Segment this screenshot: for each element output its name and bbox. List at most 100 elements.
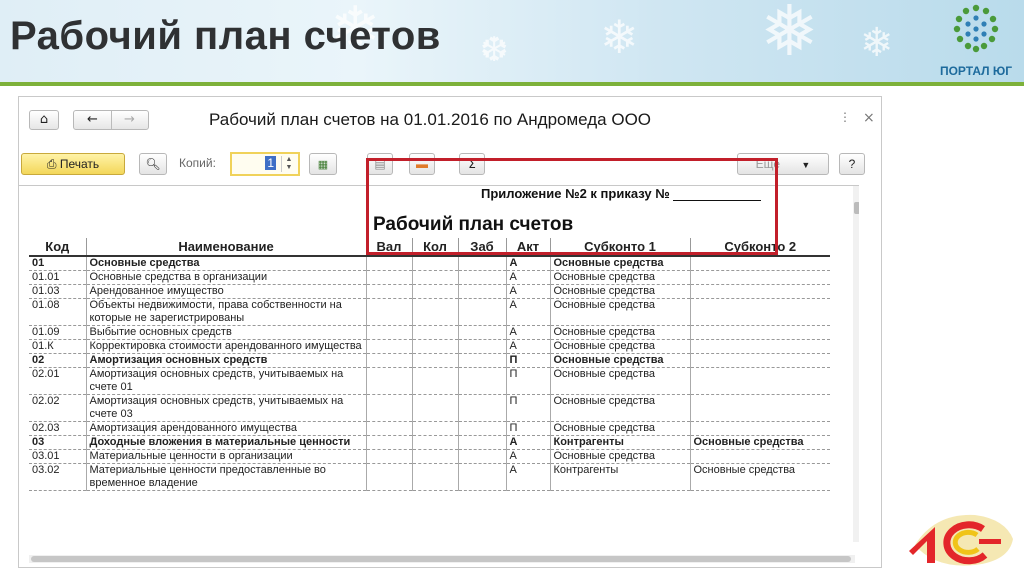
- offbalance-flag: [457, 394, 506, 422]
- subconto-1: Основные средства: [549, 421, 690, 436]
- table-row[interactable]: 03 Доходные вложения в материальные ценно…: [29, 435, 830, 450]
- forward-button[interactable]: →: [112, 111, 148, 129]
- slide-title: Рабочий план счетов: [10, 14, 441, 58]
- highlight-frame: [366, 158, 778, 255]
- account-name: Доходные вложения в материальные ценност…: [85, 435, 366, 450]
- account-name: Корректировка стоимости арендованного им…: [85, 339, 366, 354]
- account-type: А: [505, 256, 550, 271]
- account-name: Материальные ценности в организации: [85, 449, 366, 464]
- currency-flag: [365, 435, 412, 450]
- account-code: 01.08: [29, 298, 86, 326]
- offbalance-flag: [457, 270, 506, 285]
- offbalance-flag: [457, 449, 506, 464]
- menu-icon[interactable]: ⋮: [839, 110, 851, 124]
- help-button[interactable]: ?: [839, 153, 865, 175]
- account-name: Основные средства: [85, 256, 366, 271]
- horizontal-scrollbar[interactable]: [29, 555, 855, 563]
- vertical-scrollbar[interactable]: [853, 186, 859, 542]
- print-button[interactable]: ⎙ Печать: [21, 153, 125, 175]
- offbalance-flag: [457, 353, 506, 368]
- account-code: 02.01: [29, 367, 86, 395]
- account-type: П: [505, 367, 550, 395]
- table-row[interactable]: 01.08 Объекты недвижимости, права собстве…: [29, 298, 830, 326]
- account-name: Амортизация основных средств: [85, 353, 366, 368]
- arrow-left-icon: ←: [87, 112, 98, 127]
- subconto-1: Основные средства: [549, 367, 690, 395]
- currency-flag: [365, 353, 412, 368]
- quantity-flag: [411, 284, 458, 299]
- account-type: П: [505, 353, 550, 368]
- account-type: А: [505, 270, 550, 285]
- table-row[interactable]: 01.09 Выбытие основных средств А Основные с…: [29, 325, 830, 340]
- currency-flag: [365, 256, 412, 271]
- offbalance-flag: [457, 421, 506, 436]
- currency-flag: [365, 394, 412, 422]
- table-row[interactable]: 02.03 Амортизация арендованного имущества…: [29, 421, 830, 436]
- account-name: Амортизация основных средств, учитываемы…: [85, 367, 366, 395]
- chevron-down-icon: ▼: [801, 160, 811, 170]
- quantity-flag: [411, 353, 458, 368]
- subconto-2: [689, 367, 830, 395]
- snowflake-icon: ❄: [600, 10, 639, 64]
- preview-button[interactable]: 🔍︎: [139, 153, 167, 175]
- window-title: Рабочий план счетов на 01.01.2016 по Анд…: [209, 110, 652, 129]
- account-code: 02: [29, 353, 86, 368]
- account-type: А: [505, 298, 550, 326]
- account-code: 01.03: [29, 284, 86, 299]
- home-icon: ⌂: [39, 112, 49, 127]
- table-row[interactable]: 01.01 Основные средства в организации А Осн…: [29, 270, 830, 285]
- table-row[interactable]: 01.03 Арендованное имущество А Основные сре…: [29, 284, 830, 299]
- table-row[interactable]: 03.02 Материальные ценности предоставленн…: [29, 463, 830, 491]
- account-code: 02.02: [29, 394, 86, 422]
- subconto-2: [689, 325, 830, 340]
- account-name: Амортизация основных средств, учитываемы…: [85, 394, 366, 422]
- subconto-1: Основные средства: [549, 256, 690, 271]
- subconto-2: [689, 298, 830, 326]
- arrow-right-icon: →: [124, 112, 135, 127]
- account-type: А: [505, 325, 550, 340]
- copies-stepper[interactable]: 1 ▲ ▼: [230, 152, 300, 176]
- save-button[interactable]: ▦: [309, 153, 337, 175]
- quantity-flag: [411, 421, 458, 436]
- quantity-flag: [411, 339, 458, 354]
- subconto-2: [689, 353, 830, 368]
- account-type: А: [505, 435, 550, 450]
- table-row[interactable]: 02.02 Амортизация основных средств, учиты…: [29, 394, 830, 422]
- currency-flag: [365, 298, 412, 326]
- account-type: А: [505, 449, 550, 464]
- save-icon: ▦: [317, 159, 329, 171]
- quantity-flag: [411, 435, 458, 450]
- subconto-2: [689, 394, 830, 422]
- table-row[interactable]: 01.К Корректировка стоимости арендованног…: [29, 339, 830, 354]
- subconto-1: Основные средства: [549, 353, 690, 368]
- subconto-1: Основные средства: [549, 284, 690, 299]
- subconto-1: Основные средства: [549, 270, 690, 285]
- copies-value[interactable]: 1: [265, 156, 276, 170]
- subconto-1: Контрагенты: [549, 435, 690, 450]
- table-row[interactable]: 01 Основные средства А Основные средства: [29, 256, 830, 271]
- account-code: 01: [29, 256, 86, 271]
- account-code: 01.09: [29, 325, 86, 340]
- currency-flag: [365, 449, 412, 464]
- back-button[interactable]: ←: [75, 111, 112, 129]
- printer-icon: ⎙: [46, 157, 57, 171]
- subconto-2: Основные средства: [689, 435, 830, 450]
- table-row[interactable]: 02.01 Амортизация основных средств, учиты…: [29, 367, 830, 395]
- account-code: 03.01: [29, 449, 86, 464]
- table-row[interactable]: 02 Амортизация основных средств П Основные …: [29, 353, 830, 368]
- subconto-2: [689, 449, 830, 464]
- close-icon[interactable]: ×: [863, 110, 875, 126]
- column-header: Код: [29, 238, 86, 257]
- offbalance-flag: [457, 256, 506, 271]
- currency-flag: [365, 367, 412, 395]
- currency-flag: [365, 421, 412, 436]
- table-row[interactable]: 03.01 Материальные ценности в организации…: [29, 449, 830, 464]
- 1c-logo: [909, 514, 1013, 566]
- account-code: 01.К: [29, 339, 86, 354]
- preview-icon: 🔍︎: [145, 157, 161, 171]
- snowflake-icon: ❆: [480, 30, 509, 70]
- currency-flag: [365, 325, 412, 340]
- spin-icon[interactable]: ▲ ▼: [281, 156, 296, 172]
- account-name: Материальные ценности предоставленные во…: [85, 463, 366, 491]
- home-button[interactable]: ⌂: [29, 110, 59, 130]
